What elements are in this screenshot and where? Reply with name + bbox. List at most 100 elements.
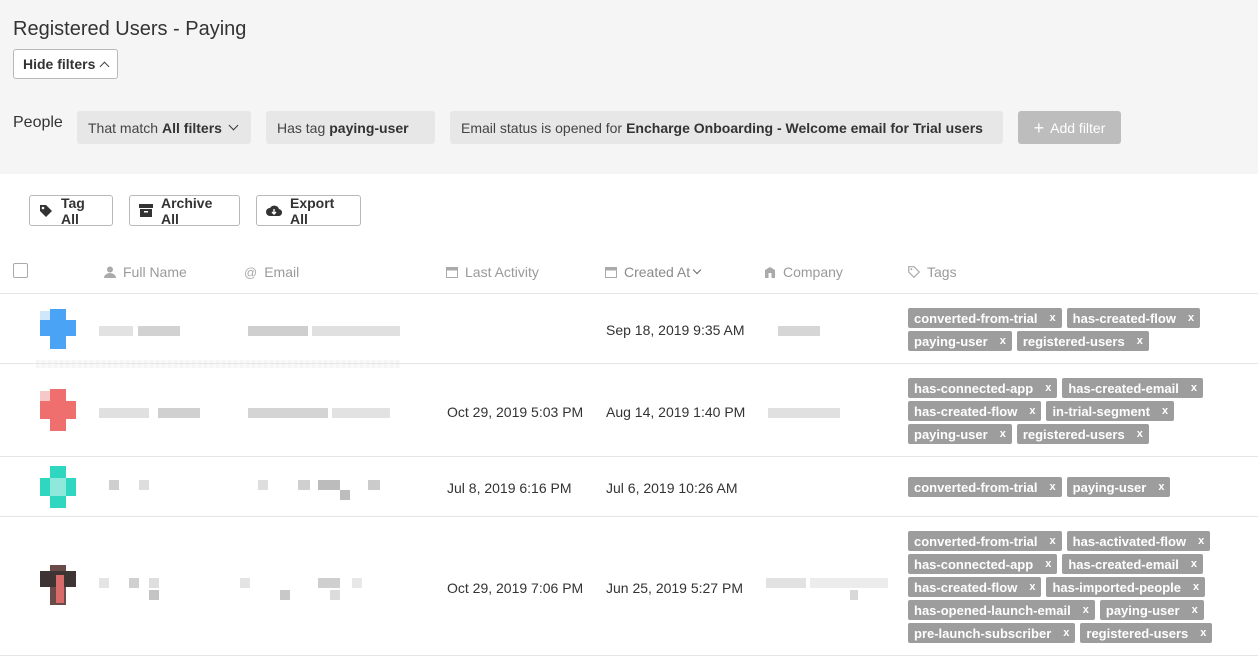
remove-tag-icon[interactable]: x <box>1137 428 1143 440</box>
tag-chip[interactable]: has-created-flow x <box>908 401 1042 421</box>
remove-tag-icon[interactable]: x <box>1083 604 1089 616</box>
tag-chip[interactable]: in-trial-segment x <box>1046 401 1175 421</box>
tag-filter[interactable]: Has tag paying-user <box>266 111 435 144</box>
tag-chip[interactable]: has-imported-people x <box>1046 577 1206 597</box>
tag-chip[interactable]: has-connected-app x <box>908 554 1058 574</box>
tag-label: has-connected-app <box>914 380 1034 396</box>
column-label: Full Name <box>123 264 187 280</box>
remove-tag-icon[interactable]: x <box>1193 581 1199 593</box>
tag-list: has-connected-app x has-created-email x ha… <box>908 378 1243 444</box>
calendar-icon <box>605 267 617 278</box>
cloud-download-icon <box>266 205 282 217</box>
remove-tag-icon[interactable]: x <box>1191 558 1197 570</box>
remove-tag-icon[interactable]: x <box>1029 581 1035 593</box>
tag-list: converted-from-trial x has-created-flow x … <box>908 308 1243 351</box>
column-header-full-name[interactable]: Full Name <box>104 264 187 280</box>
tag-label: has-created-flow <box>914 579 1018 595</box>
remove-tag-icon[interactable]: x <box>1063 627 1069 639</box>
column-header-company[interactable]: Company <box>764 264 843 280</box>
row-fade <box>36 360 400 368</box>
tag-label: has-created-email <box>1068 380 1179 396</box>
calendar-icon <box>446 267 458 278</box>
tag-label: registered-users <box>1022 426 1125 442</box>
remove-tag-icon[interactable]: x <box>1137 335 1143 347</box>
tag-label: has-created-email <box>1068 556 1179 572</box>
tag-chip[interactable]: registered-users x <box>1016 331 1149 351</box>
remove-tag-icon[interactable]: x <box>1050 312 1056 324</box>
column-label: Tags <box>927 264 957 280</box>
tag-chip[interactable]: has-created-flow x <box>1066 308 1201 328</box>
email-filter-prefix: Email status is opened for <box>461 119 623 136</box>
tag-icon <box>40 204 52 217</box>
remove-tag-icon[interactable]: x <box>1050 481 1056 493</box>
tag-chip[interactable]: paying-user x <box>908 331 1012 351</box>
people-label: People <box>13 114 63 131</box>
column-label: Last Activity <box>465 264 539 280</box>
match-filter-dropdown[interactable]: That match All filters <box>77 111 251 144</box>
tag-label: registered-users <box>1022 333 1125 349</box>
tag-label: pre-launch-subscriber <box>914 625 1052 641</box>
remove-tag-icon[interactable]: x <box>1045 382 1051 394</box>
remove-tag-icon[interactable]: x <box>1029 405 1035 417</box>
created-at: Jun 25, 2019 5:27 PM <box>606 580 743 596</box>
tag-chip[interactable]: has-activated-flow x <box>1066 531 1211 551</box>
hide-filters-button[interactable]: Hide filters <box>13 49 119 79</box>
plus-icon: + <box>1033 117 1045 138</box>
add-filter-button[interactable]: + Add filter <box>1018 111 1121 144</box>
tag-chip[interactable]: paying-user x <box>1066 477 1171 497</box>
tag-label: paying-user <box>914 426 988 442</box>
tag-chip[interactable]: has-created-flow x <box>908 577 1042 597</box>
remove-tag-icon[interactable]: x <box>1192 604 1198 616</box>
divider <box>0 456 1258 457</box>
remove-tag-icon[interactable]: x <box>1198 535 1204 547</box>
tag-label: has-connected-app <box>914 556 1034 572</box>
tag-chip[interactable]: paying-user x <box>908 424 1012 444</box>
divider <box>0 293 1258 294</box>
filter-panel: Registered Users - Paying Hide filters P… <box>0 0 1258 174</box>
tag-filter-value: paying-user <box>329 119 409 136</box>
remove-tag-icon[interactable]: x <box>1188 312 1194 324</box>
created-at: Jul 6, 2019 10:26 AM <box>606 480 738 496</box>
column-header-created-at[interactable]: Created At <box>605 264 702 280</box>
tag-chip[interactable]: registered-users x <box>1080 623 1213 643</box>
column-header-email[interactable]: @ Email <box>244 264 299 280</box>
column-label: Created At <box>624 264 691 280</box>
tag-chip[interactable]: paying-user x <box>1099 600 1204 620</box>
tag-chip[interactable]: converted-from-trial x <box>908 531 1062 551</box>
tag-chip[interactable]: registered-users x <box>1016 424 1149 444</box>
select-all-checkbox[interactable] <box>13 263 28 278</box>
hide-filters-label: Hide filters <box>23 56 96 72</box>
remove-tag-icon[interactable]: x <box>1000 428 1006 440</box>
tag-chip[interactable]: converted-from-trial x <box>908 477 1062 497</box>
tag-chip[interactable]: has-created-email x <box>1062 378 1203 398</box>
avatar <box>36 389 80 433</box>
column-header-last-activity[interactable]: Last Activity <box>446 264 539 280</box>
email-filter-value: Encharge Onboarding - Welcome email for … <box>626 119 983 136</box>
tag-chip[interactable]: has-connected-app x <box>908 378 1058 398</box>
last-activity: Oct 29, 2019 5:03 PM <box>447 404 584 420</box>
remove-tag-icon[interactable]: x <box>1158 481 1164 493</box>
tag-chip[interactable]: converted-from-trial x <box>908 308 1062 328</box>
remove-tag-icon[interactable]: x <box>1191 382 1197 394</box>
tag-chip[interactable]: pre-launch-subscriber x <box>908 623 1076 643</box>
archive-all-button[interactable]: Archive All <box>129 195 240 227</box>
tag-all-button[interactable]: Tag All <box>29 195 113 227</box>
remove-tag-icon[interactable]: x <box>1000 335 1006 347</box>
remove-tag-icon[interactable]: x <box>1162 405 1168 417</box>
export-all-button[interactable]: Export All <box>256 194 361 227</box>
remove-tag-icon[interactable]: x <box>1200 627 1206 639</box>
tag-label: paying-user <box>914 333 988 349</box>
remove-tag-icon[interactable]: x <box>1050 535 1056 547</box>
remove-tag-icon[interactable]: x <box>1045 558 1051 570</box>
tag-label: has-imported-people <box>1052 579 1182 595</box>
tag-label: paying-user <box>1105 602 1180 618</box>
export-all-label: Export All <box>290 194 335 227</box>
email-status-filter[interactable]: Email status is opened for Encharge Onbo… <box>450 111 1003 144</box>
column-header-tags[interactable]: Tags <box>908 264 957 280</box>
tag-chip[interactable]: has-created-email x <box>1062 554 1203 574</box>
column-label: Company <box>783 264 843 280</box>
created-at: Sep 18, 2019 9:35 AM <box>606 322 745 338</box>
match-prefix: That match <box>88 119 159 136</box>
match-value: All filters <box>162 119 222 136</box>
tag-chip[interactable]: has-opened-launch-email x <box>908 600 1095 620</box>
